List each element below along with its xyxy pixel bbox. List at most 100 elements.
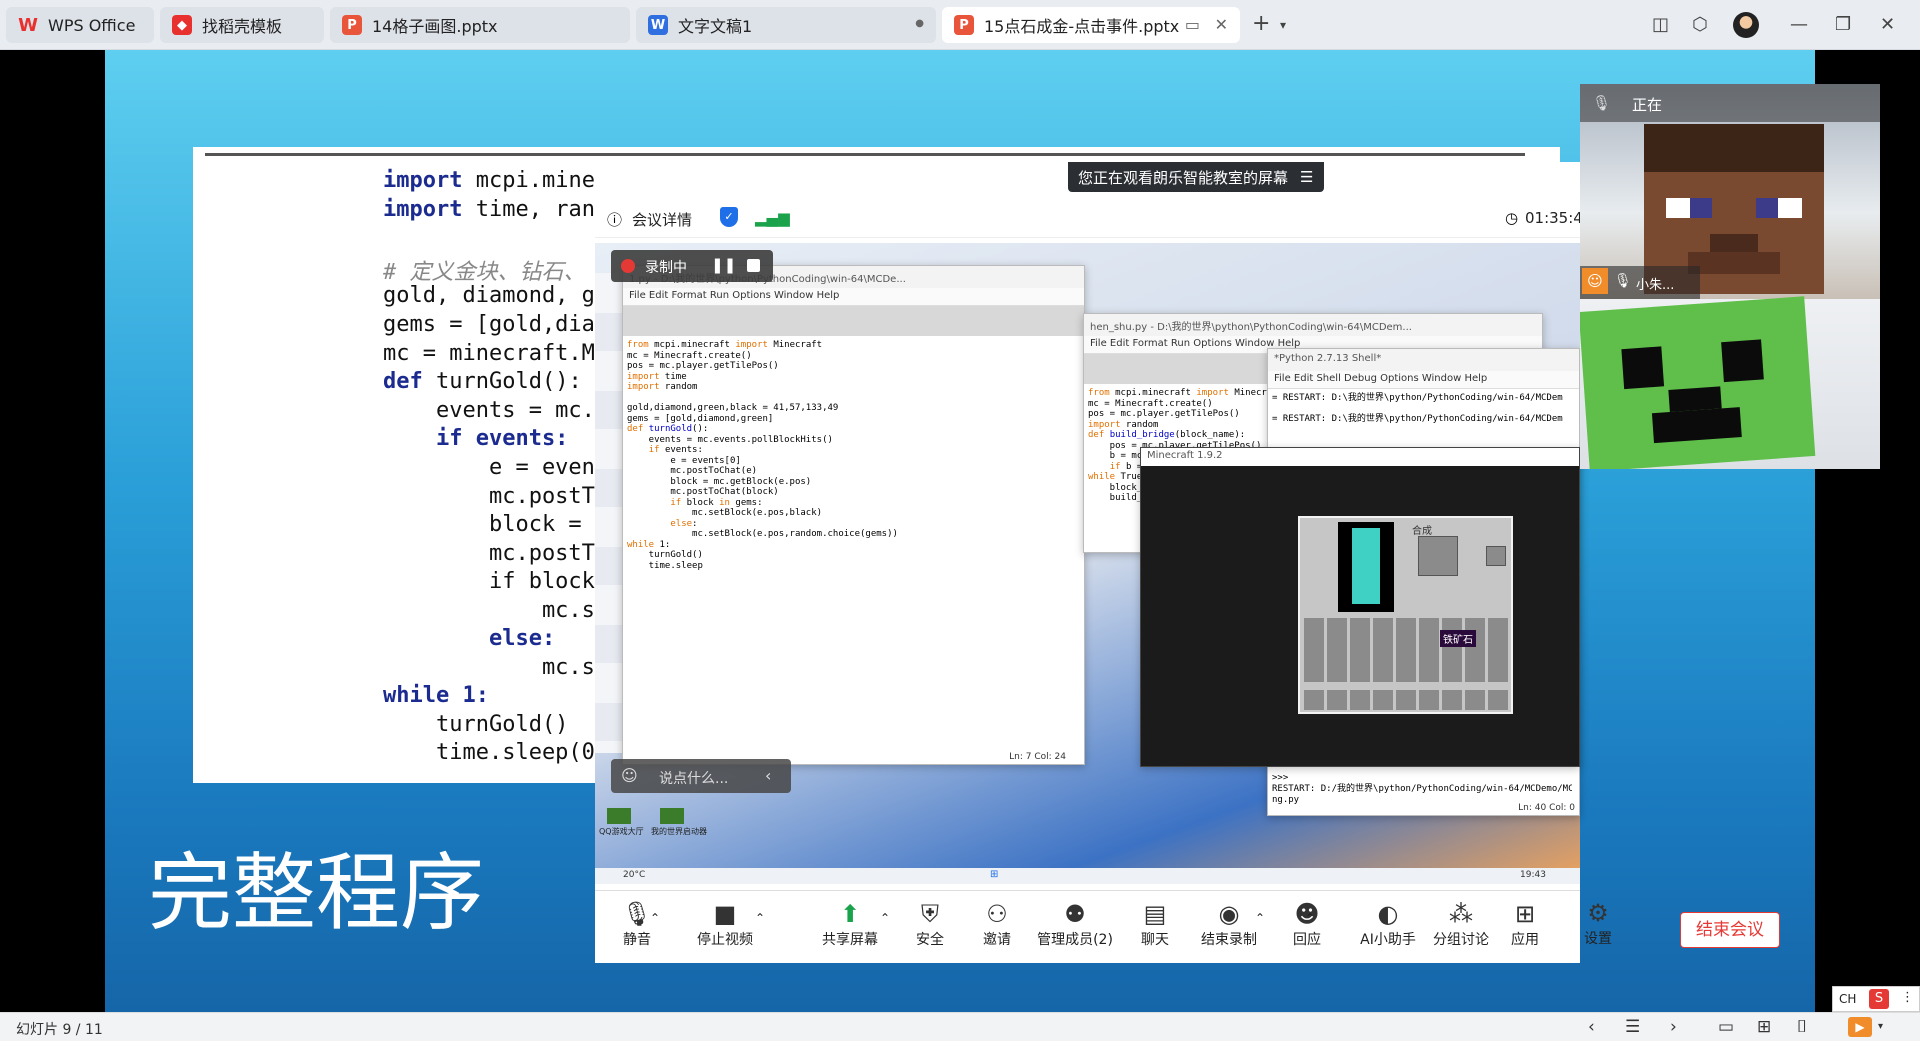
- ppt-icon: P: [342, 15, 362, 35]
- ai-assistant-button[interactable]: ◐ AI小助手: [1348, 899, 1428, 949]
- menu-icon[interactable]: ☰: [1300, 168, 1313, 186]
- windows-start-icon[interactable]: ⊞: [990, 869, 998, 880]
- recording-text: 录制中: [645, 260, 687, 276]
- minecraft-window[interactable]: Minecraft 1.9.2 合成 铁矿石: [1140, 447, 1580, 767]
- code-line: mc.se: [383, 655, 609, 680]
- ime-options-icon[interactable]: ⋮: [1901, 990, 1914, 1005]
- mute-button[interactable]: 🎙︎ 静音: [597, 899, 677, 949]
- manage-members-button[interactable]: ⚉ 管理成员(2): [1025, 899, 1125, 949]
- idle-code: from mcpi.minecraft import Minecraft mc …: [627, 340, 898, 571]
- chevron-down-icon[interactable]: ▾: [1280, 18, 1286, 32]
- next-slide-icon[interactable]: ›: [1670, 1017, 1677, 1037]
- meeting-header: ⓘ 会议详情 ✓ ▂▄▆ ◷ 01:35:4: [595, 198, 1583, 238]
- chat-input[interactable]: 说点什么...: [659, 768, 728, 788]
- meeting-toolbar: 🎙︎ 静音 ⌃ ■ 停止视频 ⌃ ⬆ 共享屏幕 ⌃ ⛨ 安全 ⚇ 邀请 ⚉ 管理成员(2) …: [595, 890, 1580, 963]
- close-tab-icon[interactable]: ✕: [1215, 15, 1228, 34]
- shell-output: = RESTART: D:\我的世界\python/PythonCoding/w…: [1272, 393, 1563, 424]
- window-menu[interactable]: File Edit Format Run Options Window Help: [623, 288, 1084, 306]
- code-line: if events:: [383, 426, 569, 451]
- secure-shield-icon[interactable]: ✓: [720, 207, 738, 227]
- restart-line: >>> RESTART: D:/我的世界\python/PythonCoding/…: [1272, 773, 1572, 805]
- collapse-icon[interactable]: ‹: [765, 766, 771, 785]
- meeting-details-link[interactable]: 会议详情: [632, 209, 692, 230]
- user-icon: ☺: [1582, 268, 1608, 294]
- clock-icon: ◷: [1505, 209, 1519, 227]
- slide-list-icon[interactable]: ☰: [1625, 1017, 1640, 1037]
- toolbar-area: [623, 306, 1084, 336]
- normal-view-icon[interactable]: ▭: [1718, 1017, 1734, 1037]
- breakout-button[interactable]: ⁂ 分组讨论: [1421, 899, 1501, 949]
- reading-view-icon[interactable]: ⌷: [1797, 1017, 1807, 1037]
- tab-docer[interactable]: ◆ 找稻壳模板: [160, 7, 324, 43]
- code-line: while 1:: [383, 683, 489, 708]
- sogou-icon: S: [1869, 989, 1889, 1009]
- code-line: else:: [383, 626, 556, 651]
- code-line: mc.postTe: [383, 484, 609, 509]
- prev-slide-icon[interactable]: ‹: [1588, 1017, 1595, 1037]
- code-line: time.sleep(0: [383, 740, 595, 765]
- apps-icon: ⊞: [1514, 900, 1536, 928]
- meeting-timer: 01:35:4: [1525, 209, 1583, 227]
- tab-ppt-14[interactable]: P 14格子画图.pptx: [330, 7, 630, 43]
- tab-wps-office[interactable]: W WPS Office: [6, 7, 154, 43]
- display-icon[interactable]: ▭: [1185, 15, 1200, 34]
- desktop-icon-label: 我的世界启动器: [651, 827, 707, 836]
- recording-badge: 录制中 ❚❚: [611, 250, 773, 282]
- settings-icon: ⚙: [1587, 899, 1609, 927]
- new-tab-icon[interactable]: +: [1252, 11, 1270, 36]
- layout-icon[interactable]: ◫: [1652, 14, 1669, 35]
- code-line: def turnGold():: [383, 369, 582, 394]
- settings-button[interactable]: ⚙ 设置: [1558, 898, 1638, 948]
- play-slideshow-icon[interactable]: ▶: [1848, 1017, 1872, 1037]
- members-icon: ⚉: [1064, 900, 1086, 928]
- stop-icon[interactable]: [747, 259, 760, 272]
- participant-label-bar: ☺ 🎙︎ 小朱...: [1580, 266, 1700, 299]
- window-title: hen_shu.py - D:\我的世界\python\PythonCoding…: [1084, 314, 1542, 336]
- avatar[interactable]: [1733, 12, 1759, 38]
- slide-indicator: 幻灯片 9 / 11: [16, 1022, 103, 1038]
- pause-icon[interactable]: ❚❚: [711, 256, 736, 274]
- reaction-options-chevron[interactable]: ⌃: [1300, 911, 1320, 925]
- inventory-panel[interactable]: 合成 铁矿石: [1298, 516, 1513, 714]
- grid-view-icon[interactable]: ⊞: [1757, 1017, 1771, 1037]
- crafting-output[interactable]: [1486, 546, 1506, 566]
- weather-text: 20°C: [623, 870, 646, 880]
- chat-overlay[interactable]: ☺ 说点什么... ‹: [611, 759, 791, 793]
- tab-ppt-15[interactable]: P 15点石成金-点击事件.pptx ▭ ✕: [942, 7, 1240, 43]
- window-menu[interactable]: File Edit Shell Debug Options Window Hel…: [1268, 371, 1579, 389]
- creeper-avatar: [1580, 296, 1816, 469]
- crafting-grid[interactable]: [1418, 536, 1458, 576]
- mic-options-chevron[interactable]: ⌃: [645, 911, 665, 925]
- code-line: mc = minecraft.Mi: [383, 341, 609, 366]
- emoji-icon[interactable]: ☺: [621, 766, 638, 785]
- docer-icon: ◆: [172, 15, 192, 35]
- desktop-icon-mc[interactable]: [660, 808, 684, 824]
- tab-label: WPS Office: [48, 15, 136, 35]
- code-line: mc.postTo: [383, 541, 609, 566]
- minimize-icon[interactable]: —: [1790, 14, 1808, 35]
- code-line: e = event: [383, 455, 609, 480]
- end-meeting-button[interactable]: 结束会议: [1680, 912, 1780, 948]
- tab-word-doc[interactable]: W 文字文稿1 ●: [636, 7, 936, 43]
- cube-icon[interactable]: ⬡: [1692, 14, 1708, 35]
- hotbar[interactable]: [1304, 690, 1510, 710]
- apps-button[interactable]: ⊞ 应用: [1490, 899, 1560, 949]
- record-dot-icon: [621, 259, 635, 273]
- code-line: turnGold(): [383, 712, 569, 737]
- item-tooltip: 铁矿石: [1440, 630, 1476, 647]
- video-options-chevron[interactable]: ⌃: [750, 911, 770, 925]
- wps-logo-icon: W: [18, 14, 38, 36]
- chat-button[interactable]: ▤ 聊天: [1115, 899, 1195, 949]
- ime-indicator[interactable]: CH S ⋮: [1832, 986, 1920, 1012]
- code-line: gold, diamond, gl: [383, 283, 609, 308]
- tab-bar: W WPS Office ◆ 找稻壳模板 P 14格子画图.pptx W 文字文…: [0, 0, 1920, 50]
- chevron-down-icon[interactable]: ▾: [1878, 1021, 1883, 1032]
- info-icon: ⓘ: [607, 211, 623, 229]
- desktop-icon-qq[interactable]: [607, 808, 631, 824]
- close-window-icon[interactable]: ✕: [1880, 14, 1895, 35]
- idle-editor-window[interactable]: 1.py - D:\我的世界\python\PythonCoding\win-6…: [622, 265, 1085, 765]
- restore-icon[interactable]: ❐: [1835, 14, 1851, 35]
- inventory-grid[interactable]: [1304, 618, 1510, 682]
- status-bar: 幻灯片 9 / 11 ‹ ☰ › ▭ ⊞ ⌷ ▶ ▾: [0, 1012, 1920, 1041]
- desktop-icon-label: QQ游戏大厅: [599, 827, 644, 836]
